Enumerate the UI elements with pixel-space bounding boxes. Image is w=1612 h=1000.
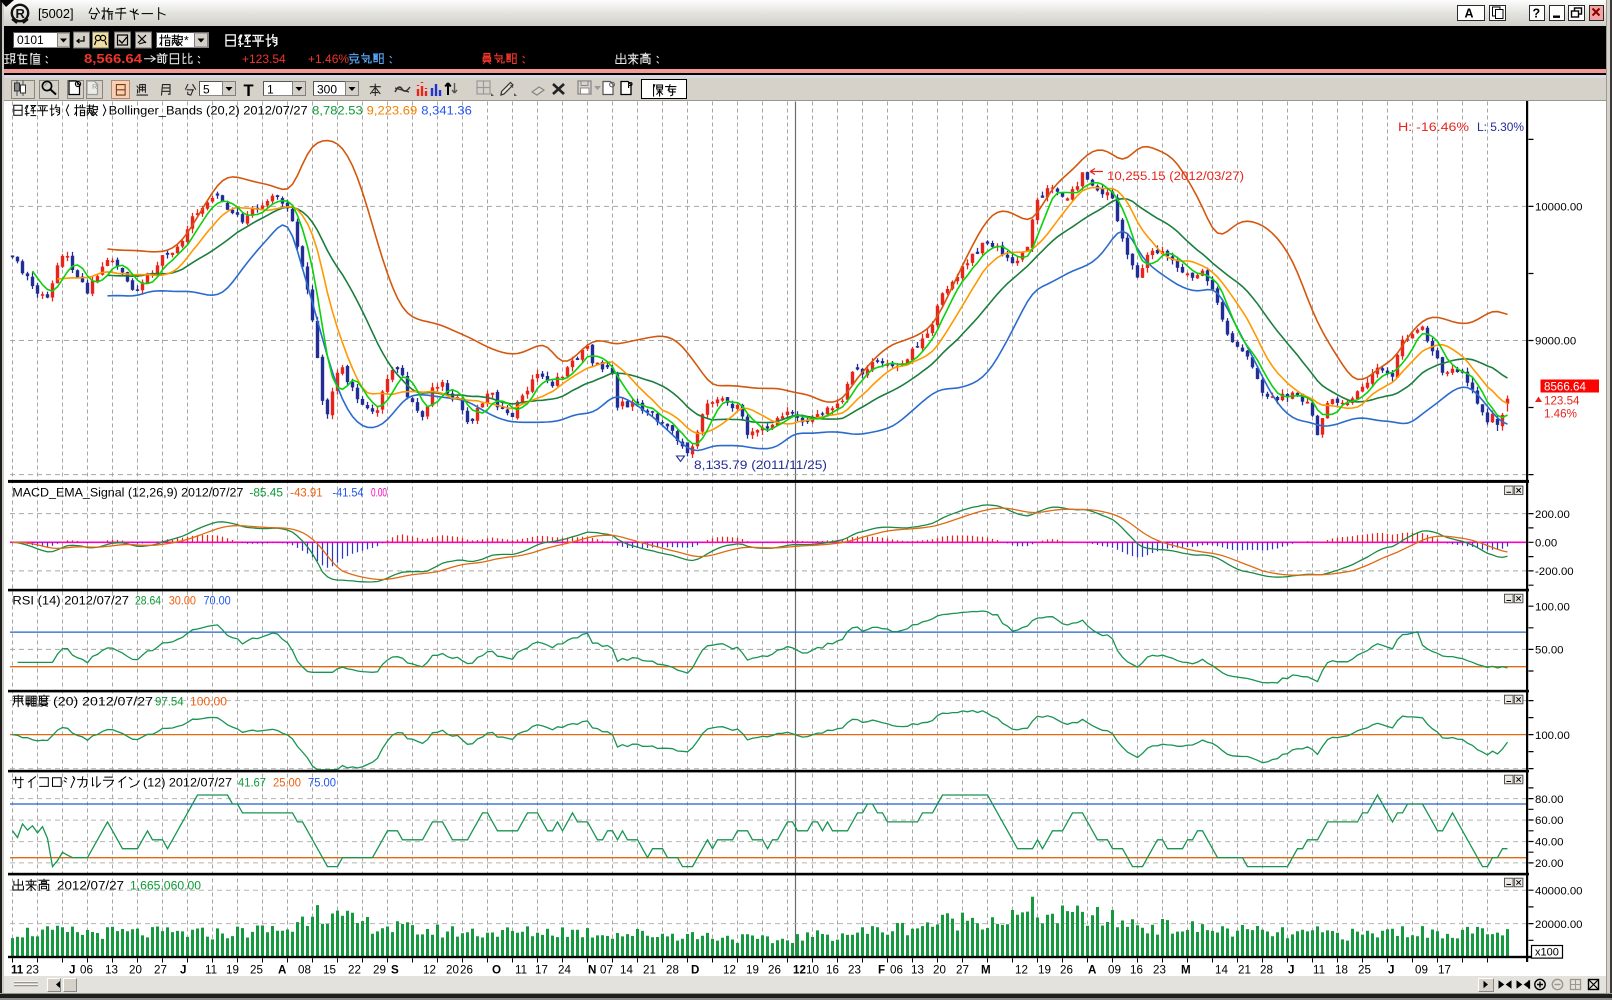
svg-text:8,566.64: 8,566.64	[84, 51, 143, 66]
svg-text:[5002]: [5002]	[38, 6, 74, 21]
svg-text:A: A	[1465, 7, 1474, 21]
svg-text:T: T	[244, 82, 254, 100]
svg-text:300: 300	[317, 83, 337, 97]
svg-text:R: R	[16, 6, 26, 21]
svg-text:5: 5	[203, 83, 210, 97]
svg-text:R: R	[92, 82, 98, 91]
svg-text:*: *	[184, 34, 189, 48]
svg-text:P: P	[628, 81, 634, 90]
svg-text:?: ?	[1533, 7, 1541, 21]
svg-text:0101: 0101	[17, 33, 44, 47]
svg-text:+1.46%: +1.46%	[308, 52, 349, 66]
svg-text:+123.54: +123.54	[242, 52, 286, 66]
svg-text:1: 1	[267, 83, 274, 97]
